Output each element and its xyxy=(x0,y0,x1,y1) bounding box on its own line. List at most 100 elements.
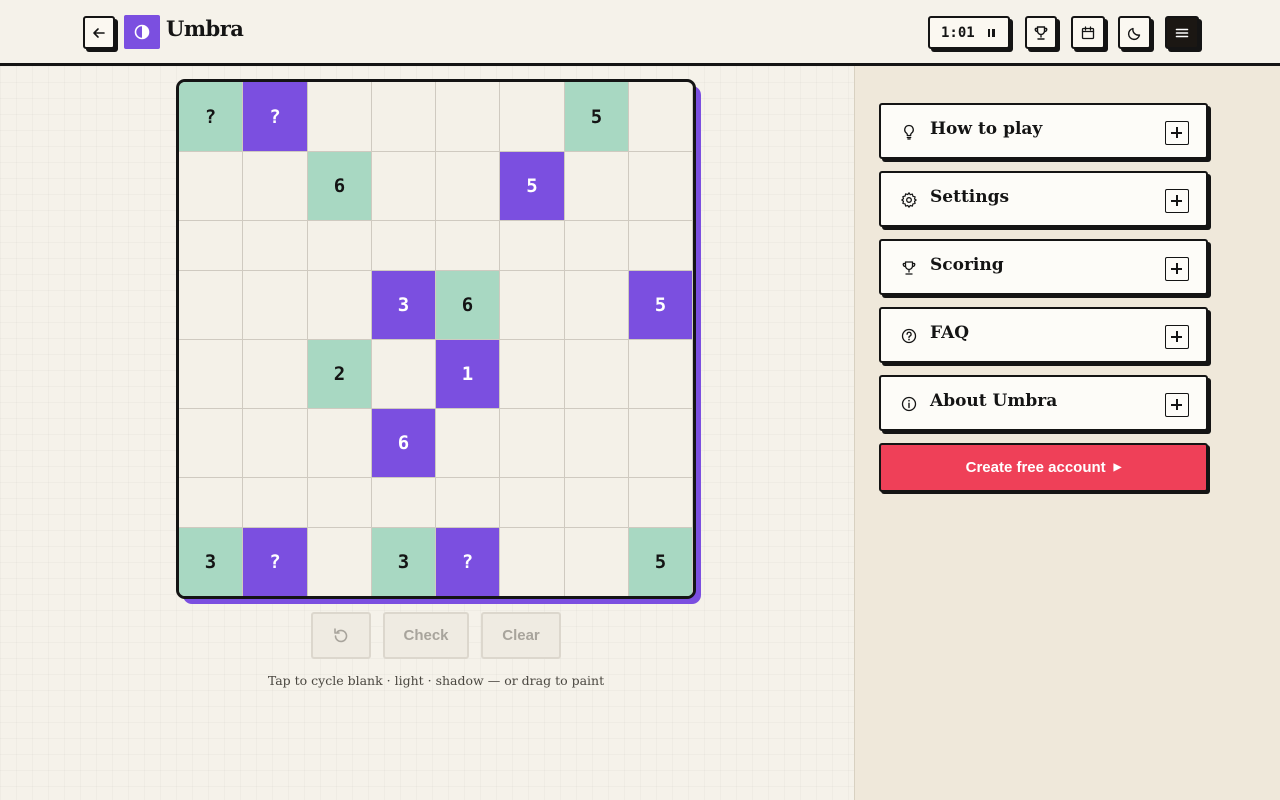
board-cell-shadow[interactable]: ? xyxy=(243,82,308,152)
board-cell-blank[interactable] xyxy=(308,409,372,478)
board-cell-blank[interactable] xyxy=(500,82,565,152)
question-circle-icon xyxy=(901,328,917,344)
accordion-scoring[interactable]: Scoring xyxy=(879,239,1208,295)
clear-button[interactable]: Clear xyxy=(481,612,561,659)
accordion-label: FAQ xyxy=(930,323,970,343)
board-cell-blank[interactable] xyxy=(565,409,629,478)
board-cell-shadow[interactable]: 5 xyxy=(500,152,565,221)
timer-button[interactable]: 1:01 xyxy=(928,16,1010,49)
board-cell-blank[interactable] xyxy=(179,221,243,271)
trophy-icon xyxy=(1034,25,1048,40)
calendar-icon xyxy=(1081,25,1095,39)
theme-toggle-button[interactable] xyxy=(1118,16,1151,49)
expand-plus-icon[interactable] xyxy=(1165,121,1189,145)
board-cell-blank[interactable] xyxy=(243,340,308,409)
board-cell-shadow[interactable]: 5 xyxy=(629,271,693,340)
board-cell-blank[interactable] xyxy=(500,528,565,596)
calendar-button[interactable] xyxy=(1071,16,1105,49)
board-cell-blank[interactable] xyxy=(500,271,565,340)
board-cell-blank[interactable] xyxy=(372,221,436,271)
expand-plus-icon[interactable] xyxy=(1165,257,1189,281)
board-cell-blank[interactable] xyxy=(308,271,372,340)
board-cell-blank[interactable] xyxy=(629,221,693,271)
board-cell-blank[interactable] xyxy=(179,152,243,221)
board-cell-blank[interactable] xyxy=(243,221,308,271)
board-cell-blank[interactable] xyxy=(565,271,629,340)
board-cell-blank[interactable] xyxy=(565,340,629,409)
board-cell-blank[interactable] xyxy=(179,478,243,528)
board-cell-shadow[interactable]: 1 xyxy=(436,340,500,409)
board-cell-blank[interactable] xyxy=(629,340,693,409)
board-cell-blank[interactable] xyxy=(500,478,565,528)
board-cell-shadow[interactable]: ? xyxy=(436,528,500,596)
board-cell-blank[interactable] xyxy=(243,478,308,528)
accordion-label: Scoring xyxy=(930,255,1004,275)
board-cell-blank[interactable] xyxy=(372,478,436,528)
board-cell-blank[interactable] xyxy=(243,271,308,340)
puzzle-board: ?? 5 6 5 3 6 5 2 1 6 3? 3? 5 xyxy=(176,79,696,599)
check-button[interactable]: Check xyxy=(383,612,469,659)
undo-button[interactable] xyxy=(311,612,371,659)
board-cell-blank[interactable] xyxy=(436,152,500,221)
board-cell-light[interactable]: ? xyxy=(179,82,243,152)
accordion-how-to-play[interactable]: How to play xyxy=(879,103,1208,159)
create-account-button[interactable]: Create free account ▶ xyxy=(879,443,1208,492)
logo-mark xyxy=(124,15,160,49)
accordion-faq[interactable]: FAQ xyxy=(879,307,1208,363)
board-cell-blank[interactable] xyxy=(372,340,436,409)
board-cell-blank[interactable] xyxy=(436,82,500,152)
gear-icon xyxy=(901,192,917,208)
board-cell-blank[interactable] xyxy=(308,478,372,528)
board-cell-blank[interactable] xyxy=(308,82,372,152)
board-cell-blank[interactable] xyxy=(372,152,436,221)
board-cell-blank[interactable] xyxy=(500,340,565,409)
app-name: Umbra xyxy=(166,16,244,41)
expand-plus-icon[interactable] xyxy=(1165,393,1189,417)
board-cell-blank[interactable] xyxy=(243,152,308,221)
board-cell-blank[interactable] xyxy=(629,478,693,528)
accordion-about[interactable]: About Umbra xyxy=(879,375,1208,431)
board-cell-shadow[interactable]: 3 xyxy=(372,271,436,340)
board-cell-blank[interactable] xyxy=(179,340,243,409)
menu-button[interactable] xyxy=(1165,16,1199,49)
board-cell-blank[interactable] xyxy=(565,221,629,271)
board-cell-light[interactable]: 5 xyxy=(565,82,629,152)
board-cell-light[interactable]: 2 xyxy=(308,340,372,409)
trophy-icon xyxy=(902,261,916,275)
info-circle-icon xyxy=(901,396,917,412)
pause-icon xyxy=(987,28,995,37)
accordion-settings[interactable]: Settings xyxy=(879,171,1208,227)
board-cell-blank[interactable] xyxy=(500,221,565,271)
expand-plus-icon[interactable] xyxy=(1165,189,1189,213)
board-cell-blank[interactable] xyxy=(436,221,500,271)
back-button[interactable] xyxy=(83,16,115,49)
board-cell-blank[interactable] xyxy=(565,528,629,596)
board-cell-light[interactable]: 6 xyxy=(436,271,500,340)
board-cell-blank[interactable] xyxy=(436,478,500,528)
expand-plus-icon[interactable] xyxy=(1165,325,1189,349)
board-cell-blank[interactable] xyxy=(436,409,500,478)
board-cell-blank[interactable] xyxy=(179,271,243,340)
board-cell-blank[interactable] xyxy=(629,152,693,221)
board-cell-light[interactable]: 3 xyxy=(372,528,436,596)
board-cell-blank[interactable] xyxy=(629,409,693,478)
board-cell-light[interactable]: 6 xyxy=(308,152,372,221)
board-cell-shadow[interactable]: ? xyxy=(243,528,308,596)
accordion-label: Settings xyxy=(930,187,1010,207)
board-cell-blank[interactable] xyxy=(565,478,629,528)
board-cell-blank[interactable] xyxy=(243,409,308,478)
board-cell-blank[interactable] xyxy=(372,82,436,152)
board-cell-blank[interactable] xyxy=(308,528,372,596)
arrow-left-icon xyxy=(93,27,105,38)
board-cell-light[interactable]: 3 xyxy=(179,528,243,596)
top-bar: Umbra 1:01 xyxy=(0,0,1280,66)
half-moon-logo-icon xyxy=(134,24,150,40)
board-cell-blank[interactable] xyxy=(308,221,372,271)
board-cell-shadow[interactable]: 6 xyxy=(372,409,436,478)
leaderboard-button[interactable] xyxy=(1025,16,1057,49)
board-cell-blank[interactable] xyxy=(500,409,565,478)
board-cell-blank[interactable] xyxy=(565,152,629,221)
board-cell-blank[interactable] xyxy=(179,409,243,478)
board-cell-blank[interactable] xyxy=(629,82,693,152)
board-cell-light[interactable]: 5 xyxy=(629,528,693,596)
